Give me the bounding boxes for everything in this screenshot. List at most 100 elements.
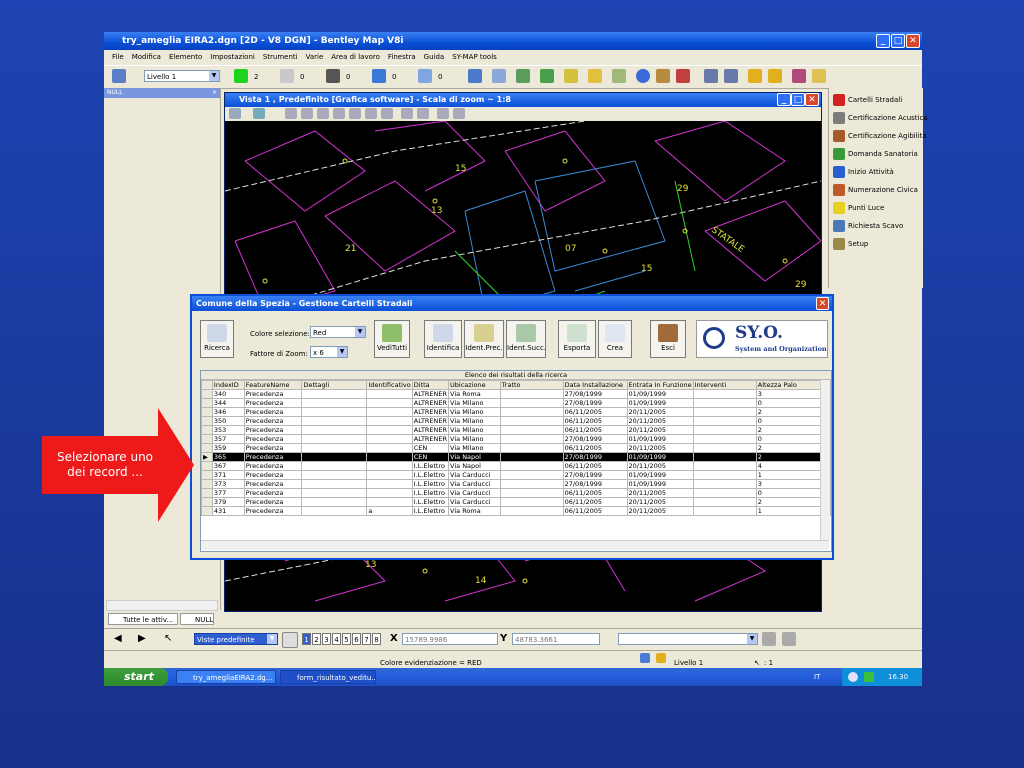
esci-button[interactable]: Esci [650,320,686,358]
table-cell[interactable] [366,461,413,471]
task-panel-item[interactable]: Setup [833,236,868,252]
table-cell[interactable]: I.L.Elettro [411,470,450,480]
view-group-icon[interactable] [282,632,298,648]
tab-null[interactable]: NULL [180,613,214,625]
table-cell[interactable] [301,434,368,444]
tool-icon-2[interactable] [492,69,506,83]
forward-icon[interactable]: ▶ [138,633,146,644]
task-panel-item[interactable]: Cartelli Stradali [833,92,902,108]
table-cell[interactable]: 2 [755,452,829,462]
table-cell[interactable]: Via Milano [448,425,501,435]
table-cell[interactable]: Precedenza [243,407,303,417]
column-header[interactable]: FeatureName [243,380,303,390]
table-cell[interactable]: CEN [411,443,450,453]
row-selector[interactable] [201,407,213,417]
identifica-button[interactable]: Identifica [424,320,462,358]
table-cell[interactable]: Via Milano [448,416,501,426]
tool-icon-4[interactable] [540,69,554,83]
crea-button[interactable]: Crea [598,320,632,358]
view-next-icon[interactable] [417,108,429,119]
y-coordinate-field[interactable]: 48783.3661 [512,633,600,645]
column-header[interactable]: Interventi [692,380,757,390]
table-cell[interactable] [301,443,368,453]
table-cell[interactable]: 1 [755,470,829,480]
table-row[interactable]: 344 Precedenza ALTRENER Via Milano 27/08/199… [201,398,831,408]
table-cell[interactable] [499,497,564,507]
esporta-button[interactable]: Esporta [558,320,596,358]
table-cell[interactable]: 4 [755,461,829,471]
table-cell[interactable]: 359 [211,443,245,453]
table-cell[interactable]: 353 [211,425,245,435]
fit-view-icon[interactable] [349,108,361,119]
table-cell[interactable]: 20/11/2005 [626,416,694,426]
table-cell[interactable]: 27/08/1999 [562,398,628,408]
grid-icon[interactable] [656,69,670,83]
table-cell[interactable]: 2 [755,497,829,507]
menu-item[interactable]: Elemento [169,51,202,64]
task-panel-item[interactable]: Numerazione Civica [833,182,918,198]
tool-icon-1[interactable] [468,69,482,83]
table-cell[interactable]: 01/09/1999 [626,398,694,408]
table-cell[interactable]: Via Carducci [448,470,501,480]
tool-icon-9[interactable] [724,69,738,83]
table-cell[interactable]: Precedenza [243,425,303,435]
table-cell[interactable]: Precedenza [243,488,303,498]
table-row[interactable]: 377 Precedenza I.L.Elettro Via Carducci 06/1… [201,488,831,498]
table-cell[interactable]: 3 [755,479,829,489]
column-header[interactable]: IndexID [211,380,245,390]
table-cell[interactable]: 20/11/2005 [626,488,694,498]
close-icon[interactable]: ✕ [212,88,217,98]
table-cell[interactable]: 20/11/2005 [626,407,694,417]
table-cell[interactable]: Via Roma [448,506,501,516]
color-swatch-icon[interactable] [234,69,248,83]
view-tool-icon[interactable] [453,108,465,119]
table-cell[interactable]: Via Napol [448,452,501,462]
table-cell[interactable]: 06/11/2005 [562,443,628,453]
table-cell[interactable]: ALTRENER [411,389,450,399]
table-cell[interactable] [301,488,368,498]
tool-icon-8[interactable] [704,69,718,83]
table-cell[interactable] [499,488,564,498]
view-attributes-icon[interactable] [229,108,241,119]
tray-app-icon[interactable] [864,672,874,682]
table-cell[interactable]: 20/11/2005 [626,443,694,453]
view-number-button[interactable]: 5 [342,633,351,645]
snap-icon[interactable] [782,632,796,646]
update-view-icon[interactable] [285,108,297,119]
back-icon[interactable]: ◀ [114,633,122,644]
table-cell[interactable]: Precedenza [243,506,303,516]
taskbar-item-bentley[interactable]: try_amegliaEIRA2.dg... [176,670,276,684]
table-cell[interactable] [366,452,413,462]
rotate-view-icon[interactable] [365,108,377,119]
table-cell[interactable]: 01/09/1999 [626,479,694,489]
table-cell[interactable]: I.L.Elettro [411,488,450,498]
tool-icon-10[interactable] [792,69,806,83]
minimize-icon[interactable]: _ [777,93,791,106]
table-cell[interactable]: Via Roma [448,389,501,399]
table-cell[interactable]: 06/11/2005 [562,497,628,507]
table-row[interactable]: 340 Precedenza ALTRENER Via Roma 27/08/1999 0… [201,389,831,399]
table-cell[interactable]: 350 [211,416,245,426]
table-row[interactable]: 346 Precedenza ALTRENER Via Milano 06/11/200… [201,407,831,417]
zoom-out-icon[interactable] [317,108,329,119]
table-cell[interactable] [366,389,413,399]
key-in-combo[interactable]: ▼ [618,633,758,645]
column-header[interactable]: Dettagli [301,380,368,390]
view-number-button[interactable]: 8 [372,633,381,645]
table-row[interactable]: 353 Precedenza ALTRENER Via Milano 06/11/200… [201,425,831,435]
tool-icon-7[interactable] [612,69,626,83]
close-icon[interactable]: ✕ [906,34,920,48]
column-header[interactable]: Altezza Palo [755,380,829,390]
table-cell[interactable]: 0 [755,488,829,498]
table-cell[interactable] [692,389,757,399]
table-cell[interactable]: 27/08/1999 [562,434,628,444]
table-cell[interactable] [692,488,757,498]
table-cell[interactable] [499,398,564,408]
table-cell[interactable] [301,452,368,462]
ident-succ-button[interactable]: Ident.Succ. [506,320,546,358]
table-cell[interactable]: 06/11/2005 [562,425,628,435]
table-cell[interactable]: Via Milano [448,434,501,444]
table-cell[interactable]: 344 [211,398,245,408]
table-cell[interactable]: Precedenza [243,479,303,489]
table-cell[interactable]: Precedenza [243,461,303,471]
